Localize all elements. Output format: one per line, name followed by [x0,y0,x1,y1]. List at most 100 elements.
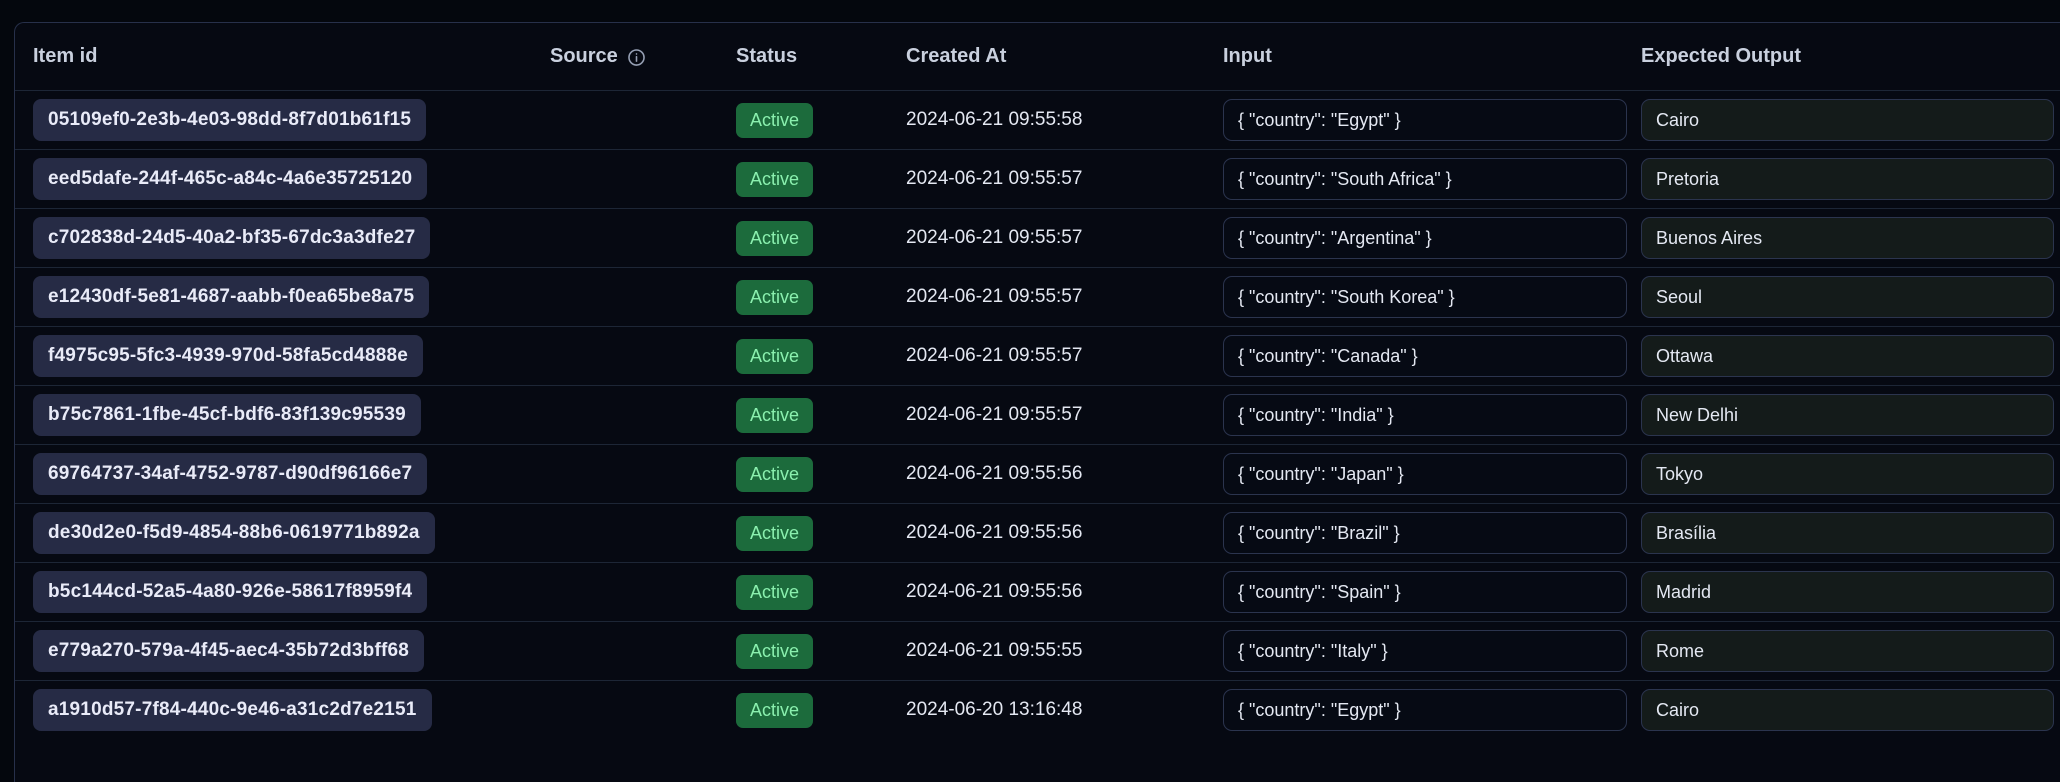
item-id-badge[interactable]: 69764737-34af-4752-9787-d90df96166e7 [33,453,427,495]
created-at-value: 2024-06-21 09:55:56 [906,522,1082,543]
item-id-badge[interactable]: e12430df-5e81-4687-aabb-f0ea65be8a75 [33,276,429,318]
table-row[interactable]: e12430df-5e81-4687-aabb-f0ea65be8a75 Act… [15,267,2060,326]
input-value-box[interactable]: { "country": "Japan" } [1223,453,1627,495]
column-header-created-at[interactable]: Created At [888,45,1205,68]
item-id-badge[interactable]: f4975c95-5fc3-4939-970d-58fa5cd4888e [33,335,423,377]
item-id-cell: b5c144cd-52a5-4a80-926e-58617f8959f4 [15,571,532,613]
expected-output-cell: Buenos Aires [1633,217,2060,259]
item-id-badge[interactable]: 05109ef0-2e3b-4e03-98dd-8f7d01b61f15 [33,99,426,141]
column-header-status[interactable]: Status [718,45,888,68]
expected-output-value-box[interactable]: Ottawa [1641,335,2054,377]
item-id-cell: c702838d-24d5-40a2-bf35-67dc3a3dfe27 [15,217,532,259]
expected-output-value-box[interactable]: New Delhi [1641,394,2054,436]
input-cell: { "country": "India" } [1205,394,1633,436]
created-at-cell: 2024-06-21 09:55:57 [888,404,1205,426]
created-at-cell: 2024-06-21 09:55:58 [888,109,1205,131]
column-header-label: Status [736,45,797,68]
expected-output-value-box[interactable]: Buenos Aires [1641,217,2054,259]
expected-output-value-box[interactable]: Pretoria [1641,158,2054,200]
status-cell: Active [718,634,888,669]
input-cell: { "country": "Brazil" } [1205,512,1633,554]
expected-output-value-box[interactable]: Cairo [1641,689,2054,731]
input-value-box[interactable]: { "country": "Canada" } [1223,335,1627,377]
status-cell: Active [718,162,888,197]
expected-output-cell: Brasília [1633,512,2060,554]
expected-output-value-box[interactable]: Seoul [1641,276,2054,318]
item-id-cell: e12430df-5e81-4687-aabb-f0ea65be8a75 [15,276,532,318]
table-header-row: Item id Source Status Created At Input E… [15,23,2060,90]
created-at-cell: 2024-06-21 09:55:57 [888,345,1205,367]
table-row[interactable]: 05109ef0-2e3b-4e03-98dd-8f7d01b61f15 Act… [15,90,2060,149]
status-badge: Active [736,693,813,728]
expected-output-value-box[interactable]: Madrid [1641,571,2054,613]
column-header-source[interactable]: Source [532,45,718,68]
item-id-badge[interactable]: b5c144cd-52a5-4a80-926e-58617f8959f4 [33,571,427,613]
item-id-badge[interactable]: de30d2e0-f5d9-4854-88b6-0619771b892a [33,512,435,554]
status-badge: Active [736,221,813,256]
expected-output-cell: Pretoria [1633,158,2060,200]
table-row[interactable]: de30d2e0-f5d9-4854-88b6-0619771b892a Act… [15,503,2060,562]
input-value-box[interactable]: { "country": "Egypt" } [1223,99,1627,141]
table-row[interactable]: 69764737-34af-4752-9787-d90df96166e7 Act… [15,444,2060,503]
item-id-badge[interactable]: e779a270-579a-4f45-aec4-35b72d3bff68 [33,630,424,672]
input-value-box[interactable]: { "country": "South Korea" } [1223,276,1627,318]
item-id-cell: f4975c95-5fc3-4939-970d-58fa5cd4888e [15,335,532,377]
table-row[interactable]: f4975c95-5fc3-4939-970d-58fa5cd4888e Act… [15,326,2060,385]
expected-output-cell: Tokyo [1633,453,2060,495]
item-id-badge[interactable]: c702838d-24d5-40a2-bf35-67dc3a3dfe27 [33,217,430,259]
column-header-item-id[interactable]: Item id [15,45,532,68]
input-value-box[interactable]: { "country": "India" } [1223,394,1627,436]
input-value-box[interactable]: { "country": "Egypt" } [1223,689,1627,731]
input-value-box[interactable]: { "country": "South Africa" } [1223,158,1627,200]
input-value-box[interactable]: { "country": "Brazil" } [1223,512,1627,554]
input-value-box[interactable]: { "country": "Argentina" } [1223,217,1627,259]
created-at-cell: 2024-06-21 09:55:56 [888,581,1205,603]
expected-output-cell: New Delhi [1633,394,2060,436]
expected-output-cell: Rome [1633,630,2060,672]
expected-output-value-box[interactable]: Rome [1641,630,2054,672]
created-at-value: 2024-06-21 09:55:57 [906,286,1082,307]
status-cell: Active [718,103,888,138]
table-row[interactable]: c702838d-24d5-40a2-bf35-67dc3a3dfe27 Act… [15,208,2060,267]
created-at-value: 2024-06-21 09:55:55 [906,640,1082,661]
expected-output-value-box[interactable]: Tokyo [1641,453,2054,495]
item-id-badge[interactable]: b75c7861-1fbe-45cf-bdf6-83f139c95539 [33,394,421,436]
table-row[interactable]: b75c7861-1fbe-45cf-bdf6-83f139c95539 Act… [15,385,2060,444]
status-badge: Active [736,103,813,138]
status-cell: Active [718,221,888,256]
item-id-cell: de30d2e0-f5d9-4854-88b6-0619771b892a [15,512,532,554]
item-id-badge[interactable]: eed5dafe-244f-465c-a84c-4a6e35725120 [33,158,427,200]
input-cell: { "country": "Argentina" } [1205,217,1633,259]
column-header-label: Expected Output [1641,45,1801,68]
expected-output-value-box[interactable]: Cairo [1641,99,2054,141]
status-badge: Active [736,162,813,197]
created-at-cell: 2024-06-21 09:55:56 [888,463,1205,485]
table-row[interactable]: eed5dafe-244f-465c-a84c-4a6e35725120 Act… [15,149,2060,208]
created-at-cell: 2024-06-21 09:55:57 [888,227,1205,249]
input-value-box[interactable]: { "country": "Spain" } [1223,571,1627,613]
expected-output-cell: Seoul [1633,276,2060,318]
table-row[interactable]: e779a270-579a-4f45-aec4-35b72d3bff68 Act… [15,621,2060,680]
status-cell: Active [718,693,888,728]
created-at-cell: 2024-06-20 13:16:48 [888,699,1205,721]
status-badge: Active [736,339,813,374]
table-row[interactable]: a1910d57-7f84-440c-9e46-a31c2d7e2151 Act… [15,680,2060,739]
created-at-value: 2024-06-21 09:55:56 [906,463,1082,484]
expected-output-value-box[interactable]: Brasília [1641,512,2054,554]
status-cell: Active [718,280,888,315]
column-header-input[interactable]: Input [1205,45,1633,68]
input-cell: { "country": "South Korea" } [1205,276,1633,318]
table-row[interactable]: b5c144cd-52a5-4a80-926e-58617f8959f4 Act… [15,562,2060,621]
status-badge: Active [736,280,813,315]
expected-output-cell: Cairo [1633,99,2060,141]
input-cell: { "country": "Italy" } [1205,630,1633,672]
input-value-box[interactable]: { "country": "Italy" } [1223,630,1627,672]
dataset-items-table: Item id Source Status Created At Input E… [14,22,2060,782]
info-icon[interactable] [627,48,646,67]
created-at-value: 2024-06-21 09:55:57 [906,227,1082,248]
column-header-expected-output[interactable]: Expected Output [1633,45,2060,68]
status-badge: Active [736,575,813,610]
input-cell: { "country": "Egypt" } [1205,689,1633,731]
status-cell: Active [718,339,888,374]
item-id-badge[interactable]: a1910d57-7f84-440c-9e46-a31c2d7e2151 [33,689,432,731]
